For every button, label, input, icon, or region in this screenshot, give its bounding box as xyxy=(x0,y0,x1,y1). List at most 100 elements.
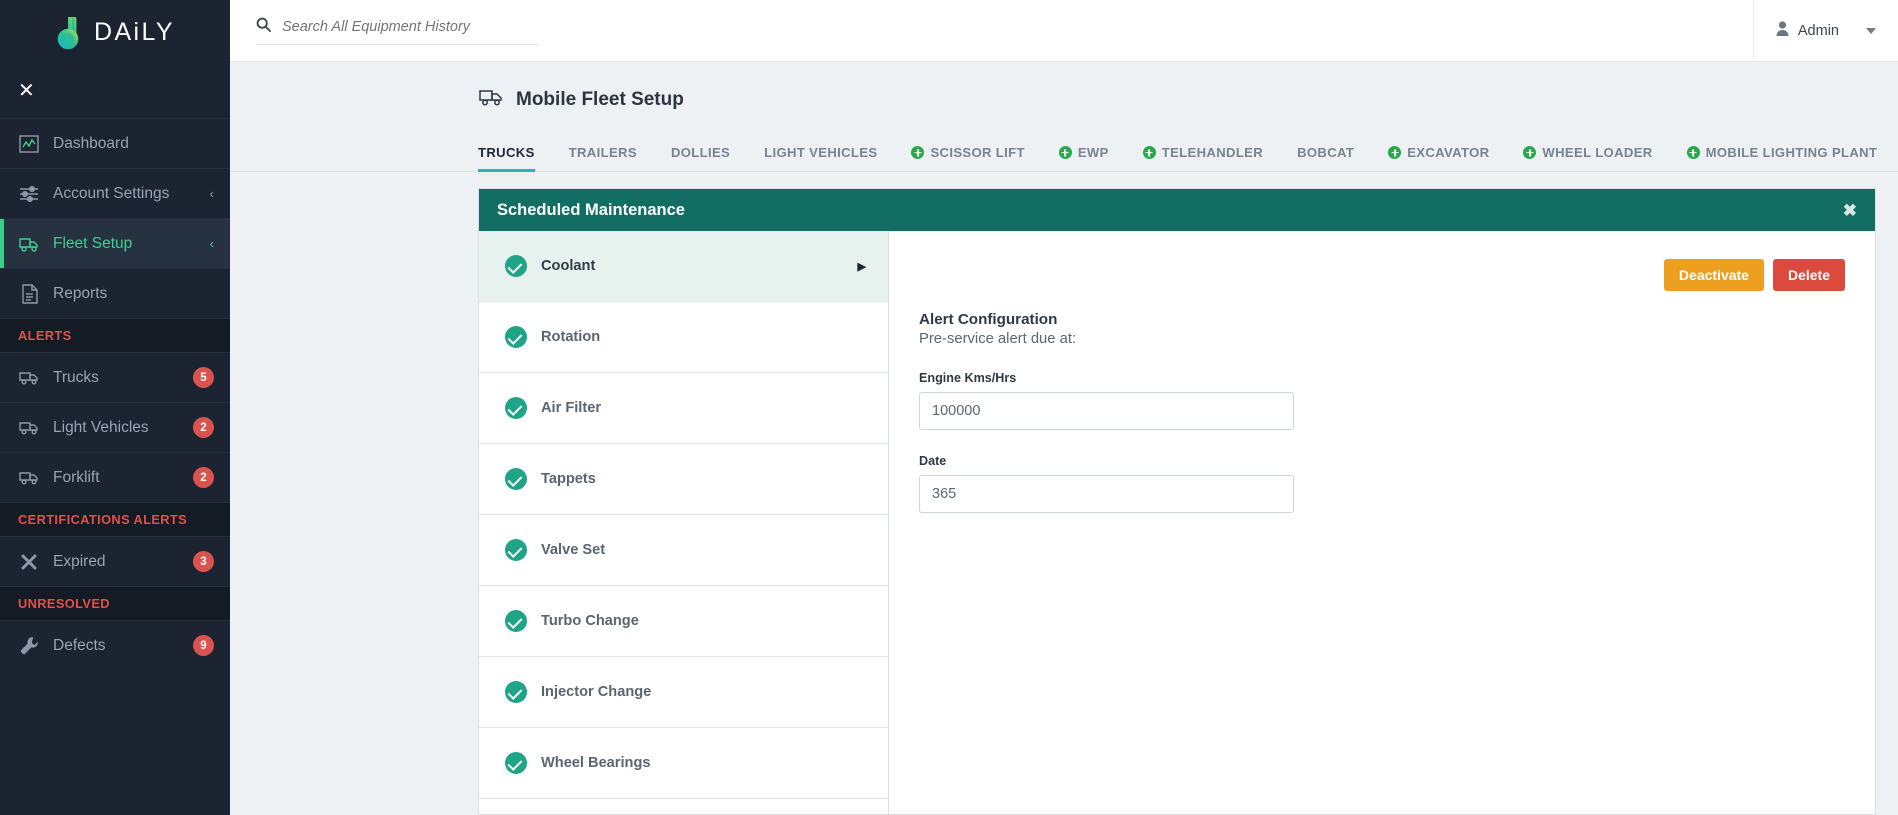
list-item-label: Air Filter xyxy=(541,400,602,416)
engine-kms-hrs-label: Engine Kms/Hrs xyxy=(919,371,1017,385)
brand-name: DAiLY xyxy=(93,17,175,46)
tab-label: EXCAVATOR xyxy=(1407,145,1490,160)
app-root: DAiLY ✕ Dashboard Account Settings ‹ Fle… xyxy=(0,0,1898,815)
x-icon xyxy=(18,551,40,573)
user-name-label: Admin xyxy=(1797,22,1839,39)
brand-logo[interactable]: DAiLY xyxy=(0,0,230,64)
truck-icon xyxy=(18,367,40,389)
tab-scissor-lift[interactable]: SCISSOR LIFT xyxy=(894,145,1041,171)
check-circle-icon xyxy=(505,752,527,774)
tab-mobile-lighting-plant[interactable]: MOBILE LIGHTING PLANT xyxy=(1670,145,1895,171)
sidebar-close-button[interactable]: ✕ xyxy=(0,64,230,118)
tab-label: TRUCKS xyxy=(478,145,535,160)
check-circle-icon xyxy=(505,326,527,348)
search-input[interactable] xyxy=(282,18,538,35)
scheduled-maintenance-panel: Scheduled Maintenance ✖ Coolant ▶ Rotati… xyxy=(478,188,1876,815)
sidebar-item-light-vehicles[interactable]: Light Vehicles 2 xyxy=(0,402,230,452)
tab-label: BOBCAT xyxy=(1297,145,1355,160)
document-icon xyxy=(18,283,40,305)
list-item-label: Coolant xyxy=(541,258,596,274)
tab-label: DOLLIES xyxy=(670,145,731,160)
sidebar-item-expired[interactable]: Expired 3 xyxy=(0,536,230,586)
check-circle-icon xyxy=(505,397,527,419)
sliders-icon xyxy=(18,183,40,205)
tab-bar: TRUCKS TRAILERS DOLLIES LIGHT VEHICLES S… xyxy=(230,134,1898,172)
tab-ewp[interactable]: EWP xyxy=(1042,145,1126,171)
sidebar-item-fleet-setup[interactable]: Fleet Setup ‹ xyxy=(0,218,230,268)
tab-label: WHEEL LOADER xyxy=(1542,145,1653,160)
tab-wheel-loader[interactable]: WHEEL LOADER xyxy=(1506,145,1669,171)
sidebar-item-label: Account Settings xyxy=(53,184,170,202)
truck-icon xyxy=(478,88,504,112)
page-title: Mobile Fleet Setup xyxy=(516,89,684,110)
chevron-left-icon: ‹ xyxy=(209,236,214,251)
alert-badge: 3 xyxy=(193,551,214,572)
engine-kms-hrs-input[interactable] xyxy=(919,392,1294,430)
wrench-icon xyxy=(18,635,40,657)
plus-circle-icon xyxy=(911,146,925,159)
list-item-coolant[interactable]: Coolant ▶ xyxy=(479,231,888,302)
avatar-icon xyxy=(1776,21,1789,40)
maintenance-detail-pane: Deactivate Delete Alert Configuration Pr… xyxy=(889,231,1875,814)
alert-badge: 2 xyxy=(193,467,214,488)
main-area: Admin Mobile Fleet Setup TRUCKS TRAILERS xyxy=(230,0,1898,815)
list-item-rotation[interactable]: Rotation xyxy=(479,302,888,373)
sidebar-item-dashboard[interactable]: Dashboard xyxy=(0,118,230,168)
close-icon[interactable]: ✖ xyxy=(1843,202,1857,219)
list-item-label: Tappets xyxy=(541,471,596,487)
tab-label: TRAILERS xyxy=(568,145,637,160)
topbar-right: Admin xyxy=(1752,0,1898,61)
sidebar-item-label: Reports xyxy=(53,284,108,302)
search-icon xyxy=(256,17,271,37)
list-item-wheel-bearings[interactable]: Wheel Bearings xyxy=(479,728,888,799)
panel-header: Scheduled Maintenance ✖ xyxy=(479,189,1875,231)
tab-trailers[interactable]: TRAILERS xyxy=(552,145,654,171)
user-menu-button[interactable]: Admin xyxy=(1752,0,1898,61)
list-item-injector-change[interactable]: Injector Change xyxy=(479,657,888,728)
close-icon: ✕ xyxy=(18,80,35,102)
sidebar-item-label: Defects xyxy=(53,636,106,654)
delete-button[interactable]: Delete xyxy=(1772,259,1845,291)
tab-excavator[interactable]: EXCAVATOR xyxy=(1371,145,1506,171)
tab-telehandler[interactable]: TELEHANDLER xyxy=(1126,145,1280,171)
sidebar-item-account-settings[interactable]: Account Settings ‹ xyxy=(0,168,230,218)
sidebar-section-unresolved: UNRESOLVED xyxy=(0,586,230,620)
plus-circle-icon xyxy=(1686,146,1700,159)
list-item-label: Wheel Bearings xyxy=(541,755,651,771)
form-subheading: Pre-service alert due at: xyxy=(919,331,1077,347)
truck-icon xyxy=(18,233,40,255)
alert-badge: 5 xyxy=(193,367,214,388)
tab-label: MOBILE LIGHTING PLANT xyxy=(1705,145,1878,160)
sidebar-section-certifications-alerts: CERTIFICATIONS ALERTS xyxy=(0,502,230,536)
tab-dollies[interactable]: DOLLIES xyxy=(654,145,747,171)
sidebar-item-forklift[interactable]: Forklift 2 xyxy=(0,452,230,502)
list-item-valve-set[interactable]: Valve Set xyxy=(479,515,888,586)
tab-label: EWP xyxy=(1077,145,1109,160)
sidebar-item-trucks[interactable]: Trucks 5 xyxy=(0,352,230,402)
list-item-turbo-change[interactable]: Turbo Change xyxy=(479,586,888,657)
list-item-air-filter[interactable]: Air Filter xyxy=(479,373,888,444)
sidebar-item-label: Fleet Setup xyxy=(53,234,133,252)
sidebar-item-reports[interactable]: Reports xyxy=(0,268,230,318)
list-item-label: Rotation xyxy=(541,329,601,345)
maintenance-item-list: Coolant ▶ Rotation Air Filter Tappets Va… xyxy=(479,231,889,814)
check-circle-icon xyxy=(505,468,527,490)
sidebar-item-label: Dashboard xyxy=(53,134,129,152)
topbar: Admin xyxy=(230,0,1898,62)
deactivate-button[interactable]: Deactivate xyxy=(1663,259,1764,291)
tab-drop-deck[interactable]: DROP DECK xyxy=(1894,145,1898,171)
tab-label: TELEHANDLER xyxy=(1161,145,1264,160)
search-container[interactable] xyxy=(256,17,538,45)
tab-bobcat[interactable]: BOBCAT xyxy=(1280,145,1371,171)
list-item-tappets[interactable]: Tappets xyxy=(479,444,888,515)
sidebar: DAiLY ✕ Dashboard Account Settings ‹ Fle… xyxy=(0,0,230,815)
date-input[interactable] xyxy=(919,475,1294,513)
plus-circle-icon xyxy=(1388,146,1402,159)
sidebar-item-defects[interactable]: Defects 9 xyxy=(0,620,230,670)
tab-light-vehicles[interactable]: LIGHT VEHICLES xyxy=(747,145,894,171)
sidebar-item-label: Trucks xyxy=(53,368,99,386)
tab-trucks[interactable]: TRUCKS xyxy=(478,145,552,172)
panel-body: Coolant ▶ Rotation Air Filter Tappets Va… xyxy=(479,231,1875,814)
list-item-label: Injector Change xyxy=(541,684,652,700)
chevron-left-icon: ‹ xyxy=(209,186,214,201)
